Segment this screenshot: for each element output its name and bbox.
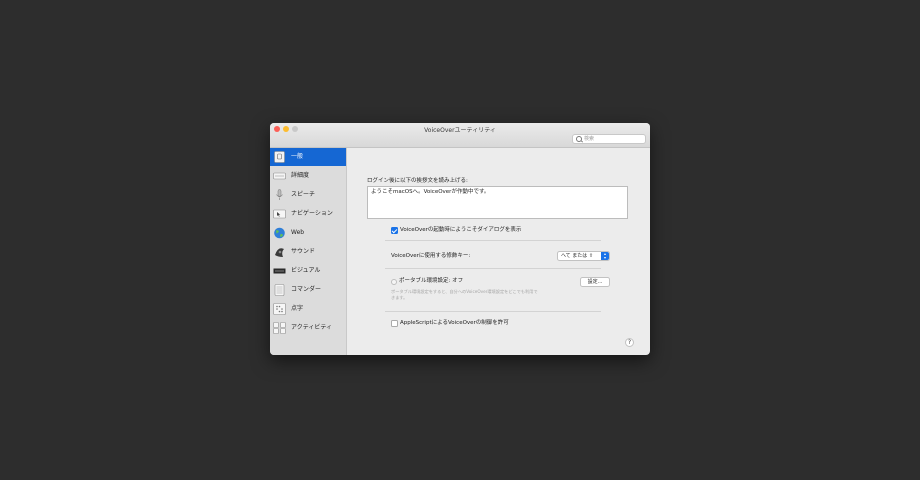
sidebar-item-braille[interactable]: 点字 — [270, 300, 346, 318]
general-pane: ログイン後に以下の挨拶文を読み上げる: ようこそmacOSへ。VoiceOver… — [347, 148, 650, 355]
applescript-label: AppleScriptによるVoiceOverの制御を許可 — [400, 320, 509, 326]
applescript-checkbox[interactable] — [391, 320, 398, 327]
greeting-text-area[interactable]: ようこそmacOSへ。VoiceOverが作動中です。 — [367, 186, 628, 219]
sidebar: 一般 詳細度 スピーチ ナビゲーション Web サウンド ビジュアル コマンダー… — [270, 148, 347, 355]
search-placeholder: 検索 — [584, 136, 595, 142]
divider — [385, 311, 601, 312]
greeting-label: ログイン後に以下の挨拶文を読み上げる: — [367, 178, 468, 184]
sidebar-item-label: Web — [291, 229, 305, 236]
divider — [385, 240, 601, 241]
sidebar-item-label: アクティビティ — [291, 324, 332, 331]
modifier-key-label: VoiceOverに使用する修飾キー: — [391, 253, 471, 259]
sidebar-item-activities[interactable]: アクティビティ — [270, 319, 346, 337]
portable-prefs-indicator — [391, 279, 397, 285]
sidebar-item-speech[interactable]: スピーチ — [270, 186, 346, 204]
speech-icon — [276, 189, 283, 200]
sidebar-item-general[interactable]: 一般 — [270, 148, 346, 166]
welcome-dialog-label: VoiceOverの起動時にようこそダイアログを表示 — [400, 227, 522, 233]
commanders-icon — [274, 284, 285, 296]
modifier-key-popup[interactable]: へて または ⇪ — [557, 251, 610, 261]
sidebar-item-label: 一般 — [291, 153, 304, 160]
braille-icon — [273, 303, 286, 315]
search-icon — [576, 136, 582, 142]
window-title: VoiceOverユーティリティ — [424, 127, 496, 134]
sidebar-item-web[interactable]: Web — [270, 224, 346, 242]
divider — [385, 268, 601, 269]
general-icon — [274, 151, 285, 163]
voiceover-utility-window: VoiceOverユーティリティ 検索 一般 詳細度 スピーチ ナビゲーション … — [270, 123, 650, 355]
sidebar-item-label: 点字 — [291, 305, 304, 312]
title-bar[interactable]: VoiceOverユーティリティ 検索 — [270, 123, 650, 148]
sidebar-item-navigation[interactable]: ナビゲーション — [270, 205, 346, 223]
help-button[interactable]: ? — [625, 338, 634, 347]
visuals-icon — [273, 268, 286, 274]
search-field[interactable]: 検索 — [572, 134, 646, 144]
popup-arrows-icon — [601, 252, 609, 260]
sidebar-item-commanders[interactable]: コマンダー — [270, 281, 346, 299]
verbosity-icon — [273, 172, 286, 180]
sidebar-item-visuals[interactable]: ビジュアル — [270, 262, 346, 280]
portable-settings-button[interactable]: 設定... — [580, 277, 610, 287]
activities-icon — [273, 322, 286, 334]
sidebar-item-label: ナビゲーション — [291, 210, 333, 217]
sound-icon — [275, 248, 284, 257]
sidebar-item-label: サウンド — [291, 248, 316, 255]
sidebar-item-label: 詳細度 — [291, 172, 310, 179]
portable-prefs-description: ポータブル環境設定をすると、自分へのVoiceOver環境設定をどこでも利用でき… — [391, 289, 538, 300]
sidebar-item-label: コマンダー — [291, 286, 322, 293]
portable-prefs-label: ポータブル環境設定: オフ — [399, 278, 464, 284]
navigation-icon — [273, 209, 286, 219]
modifier-key-value: へて または ⇪ — [561, 253, 594, 259]
web-globe-icon — [274, 227, 285, 239]
sidebar-item-sound[interactable]: サウンド — [270, 243, 346, 261]
sidebar-item-label: ビジュアル — [291, 267, 321, 274]
sidebar-item-label: スピーチ — [291, 191, 316, 198]
welcome-dialog-checkbox[interactable] — [391, 227, 398, 234]
sidebar-item-verbosity[interactable]: 詳細度 — [270, 167, 346, 185]
